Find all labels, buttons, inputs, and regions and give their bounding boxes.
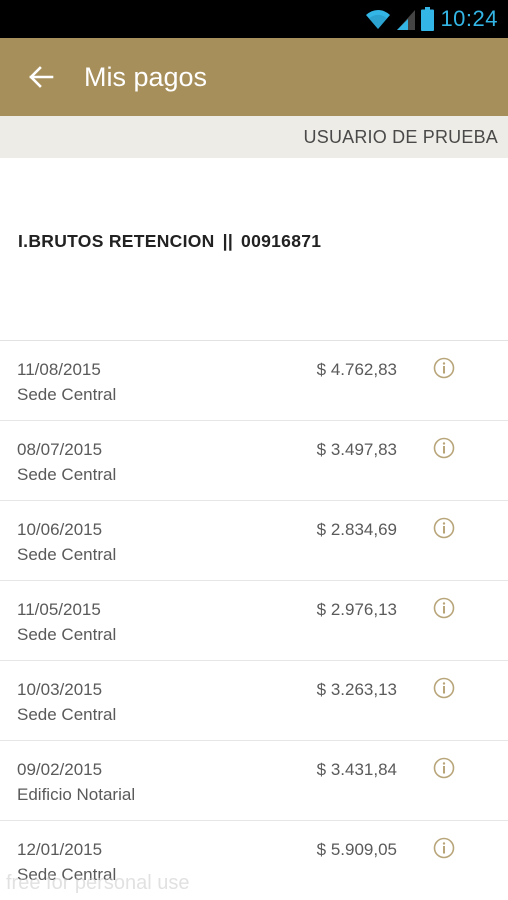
payment-amount: $ 3.497,83 bbox=[316, 440, 397, 459]
payment-row: 09/02/2015 Edificio Notarial $ 3.431,84 bbox=[0, 741, 508, 821]
back-button[interactable] bbox=[0, 38, 58, 116]
payment-date: 11/05/2015 bbox=[17, 600, 101, 619]
payment-row: 11/05/2015 Sede Central $ 2.976,13 bbox=[0, 581, 508, 661]
account-number: 00916871 bbox=[241, 231, 322, 251]
payment-amount: $ 4.762,83 bbox=[316, 360, 397, 379]
info-icon[interactable] bbox=[433, 597, 455, 619]
page-title: Mis pagos bbox=[84, 61, 208, 92]
payment-place: Sede Central bbox=[17, 385, 117, 404]
user-bar: USUARIO DE PRUEBA bbox=[0, 116, 508, 158]
account-header: I.BRUTOS RETENCION || 00916871 bbox=[0, 158, 508, 341]
payments-list: 11/08/2015 Sede Central $ 4.762,83 08/07… bbox=[0, 341, 508, 900]
payment-place: Sede Central bbox=[17, 625, 117, 644]
payment-row: 11/08/2015 Sede Central $ 4.762,83 bbox=[0, 341, 508, 421]
info-icon[interactable] bbox=[433, 357, 455, 379]
wifi-icon bbox=[366, 10, 391, 29]
info-icon[interactable] bbox=[433, 837, 455, 859]
info-icon[interactable] bbox=[433, 677, 455, 699]
signal-icon bbox=[397, 10, 416, 30]
account-name: I.BRUTOS RETENCION bbox=[18, 231, 215, 251]
payment-row: 10/06/2015 Sede Central $ 2.834,69 bbox=[0, 501, 508, 581]
status-time: 10:24 bbox=[440, 6, 498, 31]
payment-place: Sede Central bbox=[17, 865, 117, 884]
payment-date: 11/08/2015 bbox=[17, 360, 101, 379]
account-separator: || bbox=[222, 231, 234, 251]
user-name: USUARIO DE PRUEBA bbox=[303, 126, 498, 147]
payment-place: Edificio Notarial bbox=[17, 785, 136, 804]
payment-date: 12/01/2015 bbox=[17, 840, 103, 859]
payment-amount: $ 2.834,69 bbox=[316, 520, 397, 539]
payment-amount: $ 5.909,05 bbox=[316, 840, 397, 859]
payment-date: 08/07/2015 bbox=[17, 440, 103, 459]
payment-date: 09/02/2015 bbox=[17, 760, 103, 779]
payment-row: 10/03/2015 Sede Central $ 3.263,13 bbox=[0, 661, 508, 741]
payment-amount: $ 3.431,84 bbox=[316, 760, 397, 779]
status-bar: 10:24 bbox=[0, 0, 508, 38]
info-icon[interactable] bbox=[433, 517, 455, 539]
info-icon[interactable] bbox=[433, 757, 455, 779]
arrow-back-icon bbox=[29, 66, 54, 88]
payment-date: 10/03/2015 bbox=[17, 680, 103, 699]
payment-amount: $ 2.976,13 bbox=[316, 600, 397, 619]
payment-place: Sede Central bbox=[17, 465, 117, 484]
account-title: I.BRUTOS RETENCION || 00916871 bbox=[18, 231, 321, 252]
payment-row: 08/07/2015 Sede Central $ 3.497,83 bbox=[0, 421, 508, 501]
info-icon[interactable] bbox=[433, 437, 455, 459]
app-bar: Mis pagos bbox=[0, 38, 508, 116]
payment-date: 10/06/2015 bbox=[17, 520, 103, 539]
payment-amount: $ 3.263,13 bbox=[316, 680, 397, 699]
payment-place: Sede Central bbox=[17, 545, 117, 564]
payment-place: Sede Central bbox=[17, 705, 117, 724]
battery-icon bbox=[421, 7, 435, 31]
status-icons: 10:24 bbox=[365, 6, 498, 32]
payment-row: 12/01/2015 Sede Central $ 5.909,05 bbox=[0, 821, 508, 900]
